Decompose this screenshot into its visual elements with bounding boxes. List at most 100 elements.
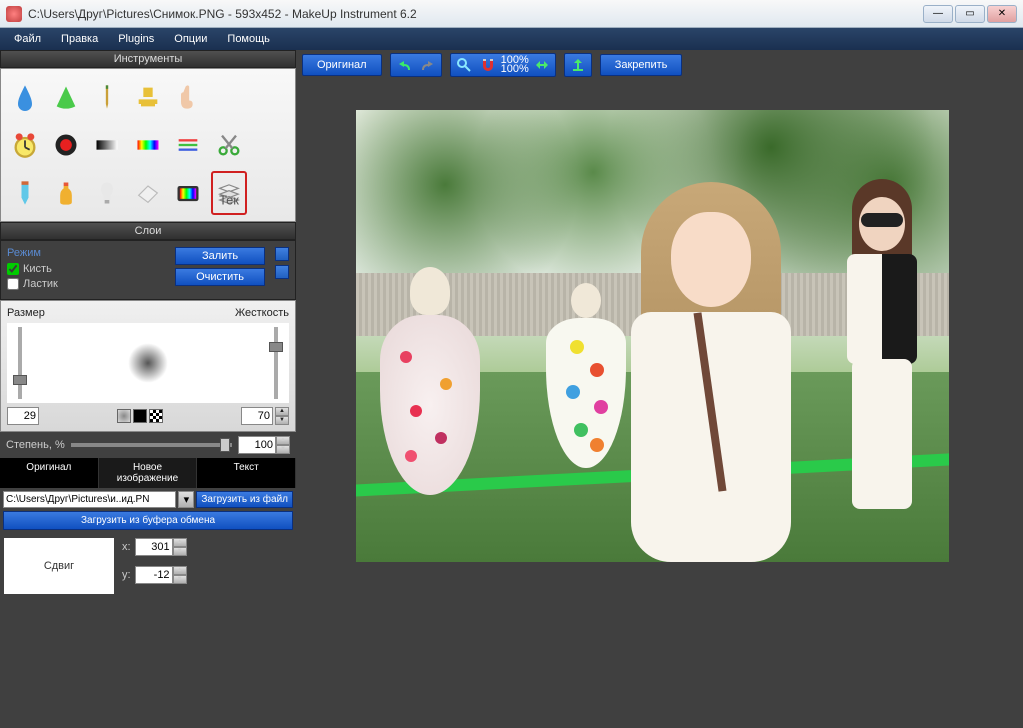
minimize-button[interactable]: — xyxy=(923,5,953,23)
brush-blob xyxy=(128,343,168,383)
tool-lines[interactable] xyxy=(170,123,206,167)
save-icon[interactable] xyxy=(567,56,589,74)
hardness-up[interactable]: ▲ xyxy=(275,407,289,416)
tool-pencil[interactable] xyxy=(89,75,125,119)
app-icon xyxy=(6,6,22,22)
degree-label: Степень, % xyxy=(6,439,65,451)
mode-label: Режим xyxy=(7,247,165,259)
menu-edit[interactable]: Правка xyxy=(51,30,108,48)
fill-button[interactable]: Залить xyxy=(175,247,265,265)
load-clipboard-button[interactable]: Загрузить из буфера обмена xyxy=(3,511,293,530)
menu-file[interactable]: Файл xyxy=(4,30,51,48)
tab-text[interactable]: Текст xyxy=(197,458,296,488)
zoom-labels: 100% 100% xyxy=(501,56,529,74)
tool-marker[interactable] xyxy=(7,171,43,215)
degree-row: Степень, % ▲▼ xyxy=(0,432,296,458)
brush-shape-soft[interactable] xyxy=(117,409,131,423)
zoom-icon[interactable] xyxy=(453,56,475,74)
offset-section: Сдвиг x: ▲▼ y: ▲▼ xyxy=(0,534,296,598)
y-label: y: xyxy=(122,569,131,581)
original-button[interactable]: Оригинал xyxy=(302,54,382,76)
tool-stamp[interactable] xyxy=(130,75,166,119)
file-row: ▾ Загрузить из файл xyxy=(0,488,296,511)
tool-blank2[interactable] xyxy=(252,75,288,119)
menubar: Файл Правка Plugins Опции Помощь xyxy=(0,28,1023,50)
file-dropdown[interactable]: ▾ xyxy=(178,491,194,508)
redo-icon[interactable] xyxy=(417,56,439,74)
brush-shape-checker[interactable] xyxy=(149,409,163,423)
tool-rainbow[interactable] xyxy=(130,123,166,167)
menu-plugins[interactable]: Plugins xyxy=(108,30,164,48)
instruments-header: Инструменты xyxy=(0,50,296,68)
tab-original[interactable]: Оригинал xyxy=(0,458,99,488)
tool-blank3[interactable] xyxy=(252,123,288,167)
tool-blank4[interactable] xyxy=(252,171,288,215)
tool-bottle[interactable] xyxy=(48,171,84,215)
eraser-checkbox[interactable]: Ластик xyxy=(7,278,165,290)
tool-eraser[interactable] xyxy=(130,171,166,215)
micro-button-2[interactable] xyxy=(275,265,289,279)
micro-button-1[interactable] xyxy=(275,247,289,261)
tools-grid: Тек xyxy=(0,68,296,222)
tool-scissors[interactable] xyxy=(211,123,247,167)
tool-clock[interactable] xyxy=(7,123,43,167)
layers-header: Слои xyxy=(0,222,296,240)
x-down[interactable]: ▼ xyxy=(173,547,187,556)
hardness-input[interactable] xyxy=(241,407,273,425)
offset-preview[interactable]: Сдвиг xyxy=(4,538,114,594)
tool-gradient[interactable] xyxy=(89,123,125,167)
texture-tabs: Оригинал Новое изображение Текст xyxy=(0,458,296,488)
hardness-down[interactable]: ▼ xyxy=(275,416,289,425)
tool-finger[interactable] xyxy=(170,75,206,119)
size-input[interactable] xyxy=(7,407,39,425)
brush-sliders: Размер Жесткость ▲▼ xyxy=(0,300,296,432)
brush-preview xyxy=(7,323,289,403)
x-input[interactable] xyxy=(135,538,173,556)
undo-icon[interactable] xyxy=(393,56,415,74)
tool-blank1[interactable] xyxy=(211,75,247,119)
undo-redo-group xyxy=(390,53,442,77)
file-path-input[interactable] xyxy=(3,491,176,508)
pin-button[interactable]: Закрепить xyxy=(600,54,683,76)
canvas-area: Оригинал 100% 100% Закрепить xyxy=(296,50,1023,728)
y-up[interactable]: ▲ xyxy=(173,566,187,575)
photo-canvas[interactable] xyxy=(356,110,949,562)
layers-panel: Режим Кисть Ластик Залить Очистить xyxy=(0,240,296,300)
brush-checkbox[interactable]: Кисть xyxy=(7,263,165,275)
magnet-icon[interactable] xyxy=(477,56,499,74)
x-label: x: xyxy=(122,541,131,553)
degree-input[interactable] xyxy=(238,436,276,454)
close-button[interactable]: ✕ xyxy=(987,5,1017,23)
x-up[interactable]: ▲ xyxy=(173,538,187,547)
canvas-wrap xyxy=(296,80,1023,728)
window-controls: — ▭ ✕ xyxy=(923,5,1017,23)
menu-options[interactable]: Опции xyxy=(164,30,217,48)
brush-shape-hard[interactable] xyxy=(133,409,147,423)
menu-help[interactable]: Помощь xyxy=(217,30,280,48)
tab-newimage[interactable]: Новое изображение xyxy=(99,458,198,488)
load-file-button[interactable]: Загрузить из файл xyxy=(196,491,293,508)
eraser-label: Ластик xyxy=(23,278,58,290)
size-slider[interactable] xyxy=(11,327,29,399)
svg-text:Тек: Тек xyxy=(219,193,239,208)
tool-tv[interactable] xyxy=(170,171,206,215)
tool-bulb[interactable] xyxy=(89,171,125,215)
degree-up[interactable]: ▲ xyxy=(276,436,290,445)
degree-down[interactable]: ▼ xyxy=(276,445,290,454)
sidebar: Инструменты Тек Слои xyxy=(0,50,296,728)
tool-cone[interactable] xyxy=(48,75,84,119)
brush-label: Кисть xyxy=(23,263,52,275)
hardness-slider[interactable] xyxy=(267,327,285,399)
fit-icon[interactable] xyxy=(531,56,553,74)
tool-drop[interactable] xyxy=(7,75,43,119)
y-down[interactable]: ▼ xyxy=(173,575,187,584)
hardness-label: Жесткость xyxy=(235,307,289,319)
size-label: Размер xyxy=(7,307,45,319)
zoom-group: 100% 100% xyxy=(450,53,556,77)
clear-button[interactable]: Очистить xyxy=(175,268,265,286)
maximize-button[interactable]: ▭ xyxy=(955,5,985,23)
y-input[interactable] xyxy=(135,566,173,584)
degree-slider[interactable] xyxy=(71,443,232,447)
tool-redeye[interactable] xyxy=(48,123,84,167)
tool-layers[interactable]: Тек xyxy=(211,171,247,215)
